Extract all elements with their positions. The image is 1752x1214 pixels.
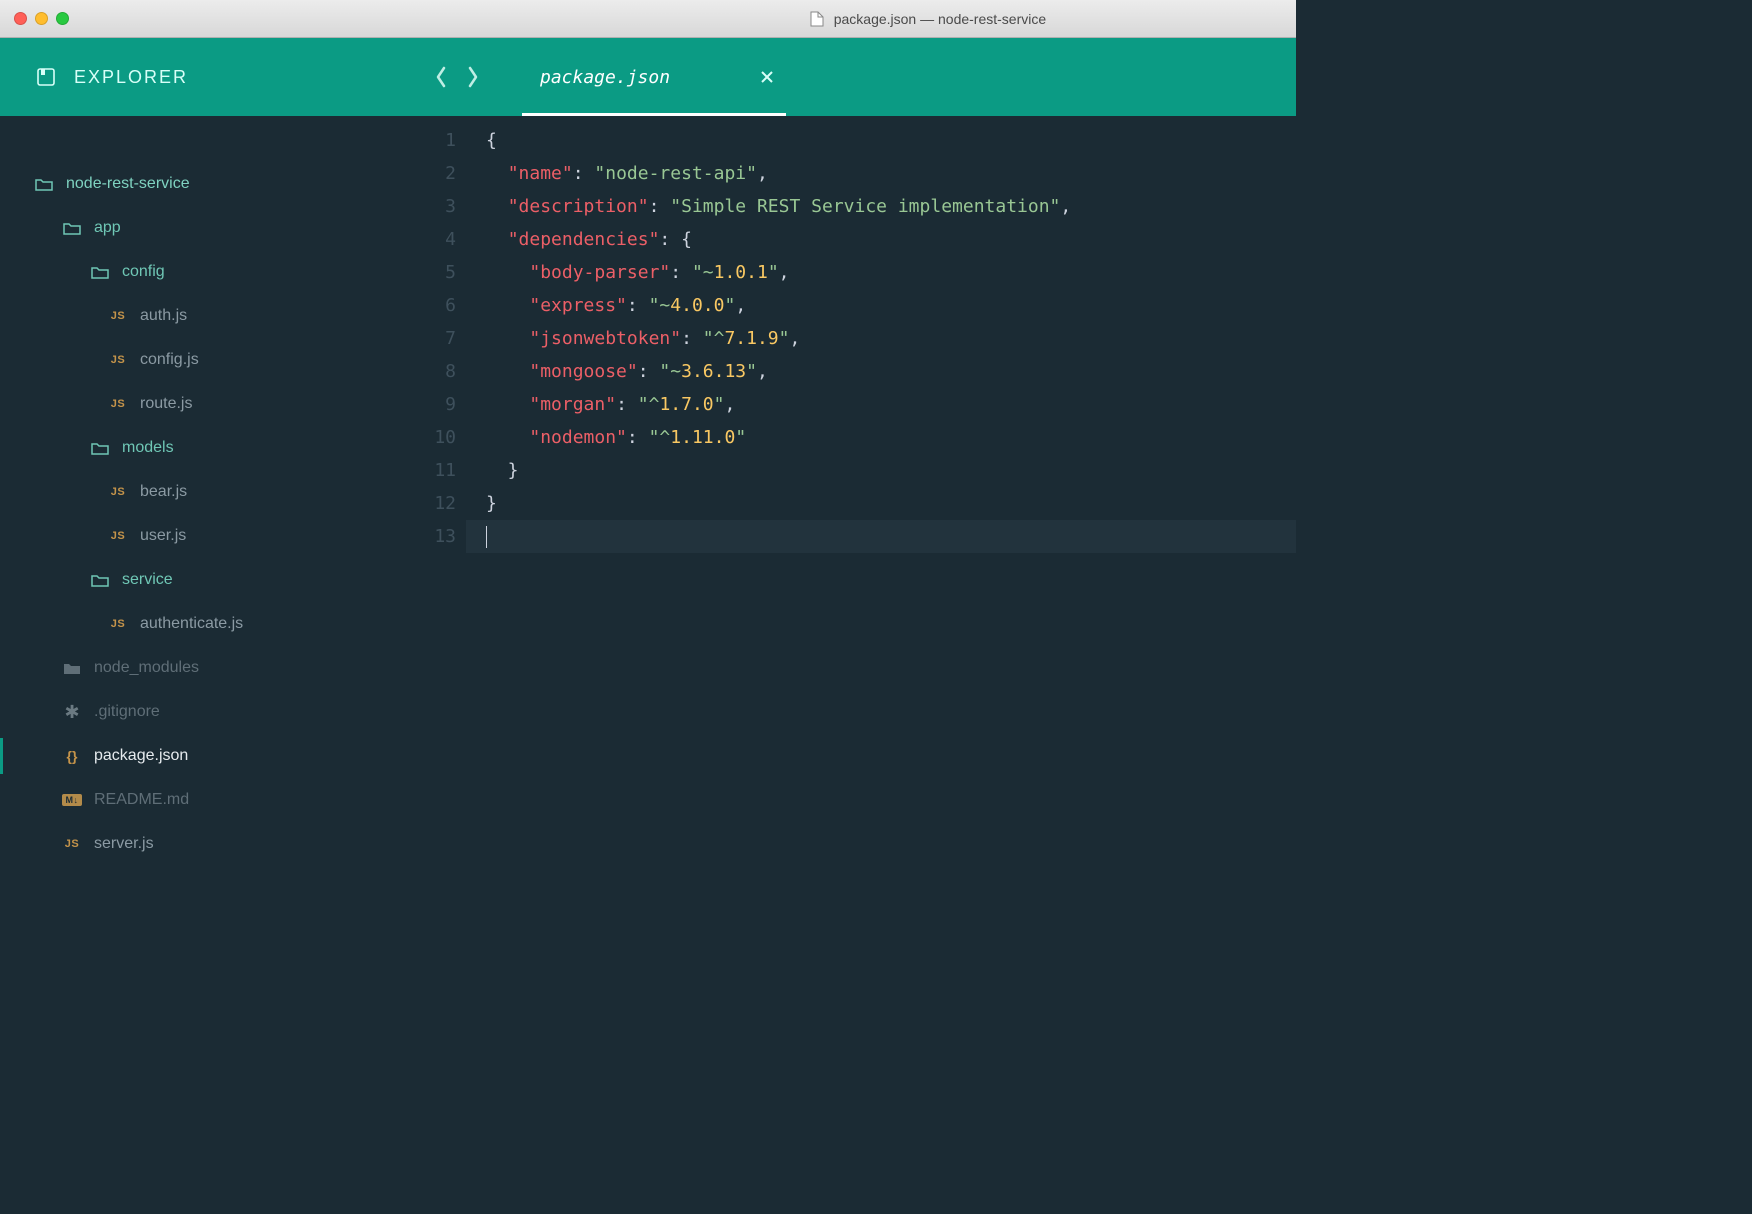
markdown-file-icon: M↓ xyxy=(62,794,82,806)
tree-item-label: user.js xyxy=(140,527,186,545)
code-editor[interactable]: 12345678910111213 { "name": "node-rest-a… xyxy=(410,116,1296,898)
code-line[interactable]: "body-parser": "~1.0.1", xyxy=(486,256,1296,289)
file-bear-js[interactable]: JS bear.js xyxy=(0,470,410,514)
js-file-icon: JS xyxy=(108,398,128,410)
js-file-icon: JS xyxy=(108,486,128,498)
tree-item-label: route.js xyxy=(140,395,192,413)
tree-item-label: bear.js xyxy=(140,483,187,501)
line-number: 3 xyxy=(410,190,466,223)
file-user-js[interactable]: JS user.js xyxy=(0,514,410,558)
code-line[interactable]: "dependencies": { xyxy=(486,223,1296,256)
sidebar-title: EXPLORER xyxy=(74,67,188,88)
line-number: 13 xyxy=(410,520,466,553)
line-number: 4 xyxy=(410,223,466,256)
code-line[interactable]: } xyxy=(486,487,1296,520)
file-route-js[interactable]: JS route.js xyxy=(0,382,410,426)
line-number: 8 xyxy=(410,355,466,388)
tree-item-label: node-rest-service xyxy=(66,175,190,193)
titlebar: package.json — node-rest-service xyxy=(0,0,1296,38)
folder-icon xyxy=(62,661,82,675)
code-line[interactable]: "name": "node-rest-api", xyxy=(486,157,1296,190)
js-file-icon: JS xyxy=(108,618,128,630)
code-line[interactable]: "express": "~4.0.0", xyxy=(486,289,1296,322)
folder-app[interactable]: app xyxy=(0,206,410,250)
folder-node-modules[interactable]: node_modules xyxy=(0,646,410,690)
code-line[interactable]: "nodemon": "^1.11.0" xyxy=(486,421,1296,454)
nav-back-icon[interactable] xyxy=(434,66,448,88)
folder-open-icon xyxy=(34,177,54,191)
zoom-window-button[interactable] xyxy=(56,12,69,25)
line-number: 2 xyxy=(410,157,466,190)
file-config-js[interactable]: JS config.js xyxy=(0,338,410,382)
close-window-button[interactable] xyxy=(14,12,27,25)
tree-item-label: authenticate.js xyxy=(140,615,243,633)
line-number: 1 xyxy=(410,124,466,157)
project-root[interactable]: node-rest-service xyxy=(0,162,410,206)
tree-item-label: server.js xyxy=(94,835,154,853)
tree-item-label: .gitignore xyxy=(94,703,160,721)
folder-open-icon xyxy=(90,265,110,279)
nav-forward-icon[interactable] xyxy=(466,66,480,88)
file-tree: node-rest-service app config JS auth.js … xyxy=(0,116,410,866)
line-number: 10 xyxy=(410,421,466,454)
gitignore-icon: ✱ xyxy=(62,703,82,721)
file-auth-js[interactable]: JS auth.js xyxy=(0,294,410,338)
folder-open-icon xyxy=(90,441,110,455)
js-file-icon: JS xyxy=(108,530,128,542)
line-number: 7 xyxy=(410,322,466,355)
code-line[interactable]: "jsonwebtoken": "^7.1.9", xyxy=(486,322,1296,355)
folder-config[interactable]: config xyxy=(0,250,410,294)
code-line[interactable]: } xyxy=(486,454,1296,487)
minimize-window-button[interactable] xyxy=(35,12,48,25)
code-line[interactable] xyxy=(466,520,1296,553)
window-title: package.json — node-rest-service xyxy=(834,11,1046,27)
file-gitignore[interactable]: ✱ .gitignore xyxy=(0,690,410,734)
sidebar: EXPLORER node-rest-service app config JS… xyxy=(0,38,410,898)
js-file-icon: JS xyxy=(62,838,82,850)
sidebar-header[interactable]: EXPLORER xyxy=(0,38,410,116)
cursor xyxy=(486,526,487,548)
code-content[interactable]: { "name": "node-rest-api", "description"… xyxy=(466,116,1296,898)
folder-open-icon xyxy=(62,221,82,235)
file-icon xyxy=(810,11,824,27)
code-line[interactable]: "mongoose": "~3.6.13", xyxy=(486,355,1296,388)
tree-item-label: config xyxy=(122,263,165,281)
tree-item-label: auth.js xyxy=(140,307,187,325)
tab-title: package.json xyxy=(540,67,670,88)
line-number: 9 xyxy=(410,388,466,421)
tree-item-label: package.json xyxy=(94,747,188,765)
line-gutter: 12345678910111213 xyxy=(410,116,466,898)
file-readme-md[interactable]: M↓ README.md xyxy=(0,778,410,822)
tab-bar: package.json xyxy=(410,38,1296,116)
line-number: 11 xyxy=(410,454,466,487)
tree-item-label: node_modules xyxy=(94,659,199,677)
close-tab-icon[interactable] xyxy=(760,70,774,84)
file-server-js[interactable]: JS server.js xyxy=(0,822,410,866)
json-file-icon: {} xyxy=(62,748,82,764)
line-number: 6 xyxy=(410,289,466,322)
tree-item-label: service xyxy=(122,571,173,589)
file-authenticate-js[interactable]: JS authenticate.js xyxy=(0,602,410,646)
folder-models[interactable]: models xyxy=(0,426,410,470)
line-number: 12 xyxy=(410,487,466,520)
code-line[interactable]: "morgan": "^1.7.0", xyxy=(486,388,1296,421)
tab-package-json[interactable]: package.json xyxy=(528,38,786,116)
traffic-lights xyxy=(0,12,69,25)
js-file-icon: JS xyxy=(108,310,128,322)
tree-item-label: config.js xyxy=(140,351,199,369)
code-line[interactable]: { xyxy=(486,124,1296,157)
folder-open-icon xyxy=(90,573,110,587)
explorer-icon xyxy=(36,67,56,87)
tree-item-label: models xyxy=(122,439,174,457)
folder-service[interactable]: service xyxy=(0,558,410,602)
file-package-json[interactable]: {} package.json xyxy=(0,734,410,778)
tree-item-label: app xyxy=(94,219,121,237)
tree-item-label: README.md xyxy=(94,791,189,809)
js-file-icon: JS xyxy=(108,354,128,366)
line-number: 5 xyxy=(410,256,466,289)
editor: package.json 12345678910111213 { "name":… xyxy=(410,38,1296,898)
code-line[interactable]: "description": "Simple REST Service impl… xyxy=(486,190,1296,223)
